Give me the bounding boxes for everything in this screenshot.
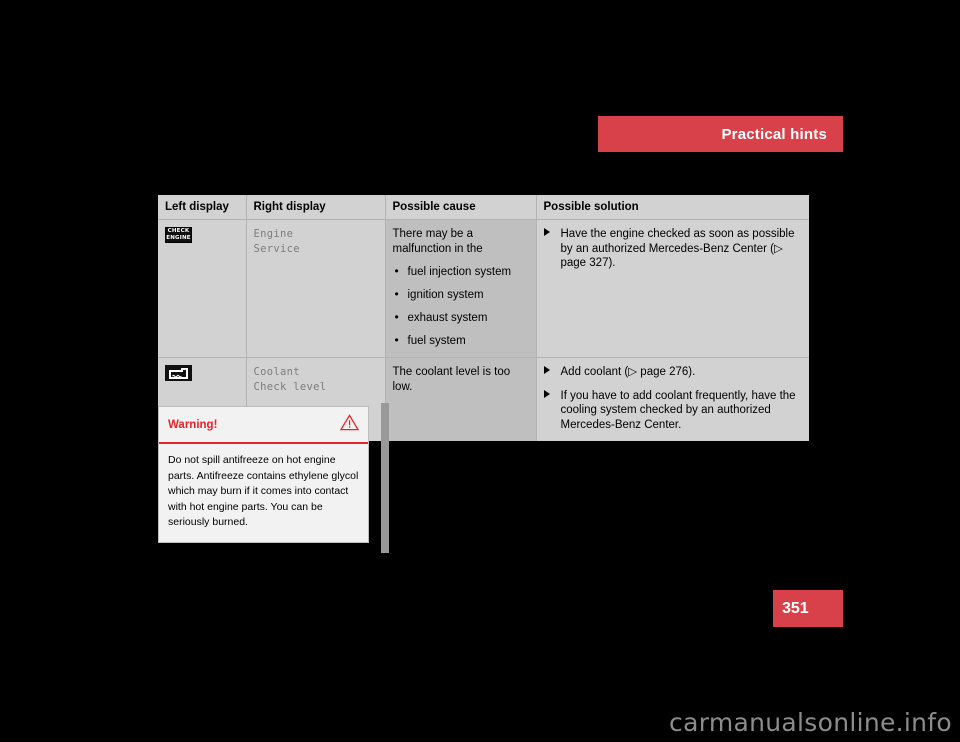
page-margin-bar (381, 403, 389, 553)
solution-list: Add coolant (▷ page 276). If you have to… (543, 365, 802, 433)
coolant-level-telltale-icon (165, 365, 192, 381)
page-number: 351 (782, 599, 809, 617)
section-header-banner: Practical hints (598, 116, 843, 152)
list-item: fuel injection system (393, 264, 528, 279)
page-title: Practical hints (721, 125, 827, 143)
column-header-right-display: Right display (246, 195, 386, 220)
list-item: Add coolant (▷ page 276). (543, 365, 802, 380)
triangle-right-icon (543, 366, 550, 374)
malfunction-table-container: Left display Right display Possible caus… (158, 195, 809, 441)
solution-text: Have the engine checked as soon as possi… (560, 228, 795, 269)
malfunction-table: Left display Right display Possible caus… (158, 195, 809, 441)
right-display-text: Coolant Check level (253, 366, 327, 393)
triangle-right-icon (543, 389, 550, 398)
column-header-possible-cause: Possible cause (385, 195, 537, 220)
solution-list: Have the engine checked as soon as possi… (543, 227, 802, 271)
warning-triangle-icon (339, 414, 360, 436)
solution-text: If you have to add coolant frequently, h… (560, 389, 796, 431)
watermark-text: carmanualsonline.info (669, 708, 952, 737)
right-display-text: Engine Service (253, 228, 300, 255)
cell-possible-solution: Add coolant (▷ page 276). If you have to… (536, 357, 809, 441)
warning-body-text: Do not spill antifreeze on hot engine pa… (168, 454, 359, 528)
table-header-row: Left display Right display Possible caus… (158, 195, 809, 220)
warning-callout-box: Warning! Do not spill antifreeze on hot … (158, 406, 369, 543)
check-engine-icon-line1: CHECK (167, 228, 190, 234)
column-header-left-display: Left display (158, 195, 247, 220)
table-header: Left display Right display Possible caus… (158, 195, 809, 220)
cause-intro-text: The coolant level is too low. (392, 366, 511, 393)
cause-intro-text: There may be a malfunction in the (392, 228, 483, 255)
check-engine-telltale-icon: CHECK ENGINE (165, 227, 192, 243)
cell-possible-cause: The coolant level is too low. (385, 357, 537, 441)
page-number-badge: 351 (773, 590, 843, 627)
list-item: ignition system (393, 287, 528, 302)
footer-watermark: carmanualsonline.info (0, 703, 960, 742)
list-item: If you have to add coolant frequently, h… (543, 389, 802, 433)
list-item: fuel system (393, 333, 528, 348)
list-item: Have the engine checked as soon as possi… (543, 227, 802, 271)
cause-bullet-list: fuel injection system ignition system ex… (393, 264, 528, 348)
check-engine-icon-line2: ENGINE (166, 235, 191, 241)
cell-possible-solution: Have the engine checked as soon as possi… (536, 219, 809, 358)
warning-title: Warning! (168, 419, 218, 431)
coolant-glyph-icon (169, 367, 188, 379)
cell-right-display: Engine Service (246, 219, 386, 358)
triangle-right-icon (543, 228, 550, 236)
solution-text: Add coolant (▷ page 276). (560, 366, 696, 378)
table-row: CHECK ENGINE Engine Service There may be… (158, 219, 809, 358)
warning-header: Warning! (159, 407, 368, 444)
list-item: exhaust system (393, 310, 528, 325)
cell-possible-cause: There may be a malfunction in the fuel i… (385, 219, 537, 358)
cell-left-display: CHECK ENGINE (158, 219, 247, 358)
column-header-possible-solution: Possible solution (536, 195, 809, 220)
